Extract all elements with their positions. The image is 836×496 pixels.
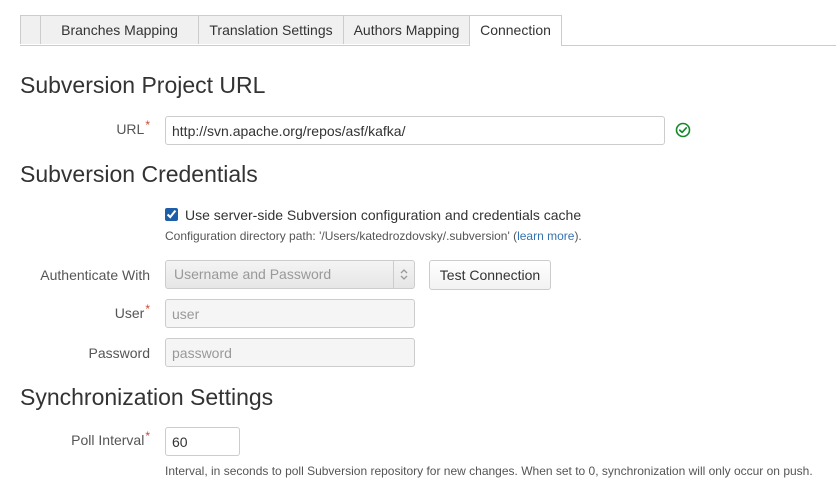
url-label: URL* [116, 118, 150, 137]
auth-label: Authenticate With [40, 267, 150, 283]
tab-authors-mapping[interactable]: Authors Mapping [343, 15, 470, 44]
learn-more-link[interactable]: learn more [517, 229, 574, 243]
auth-method-value: Username and Password [174, 266, 332, 282]
project-url-heading: Subversion Project URL [20, 72, 266, 98]
auth-method-select[interactable]: Username and Password [165, 260, 415, 289]
tab-strip-padding [20, 15, 40, 44]
tab-branches-mapping[interactable]: Branches Mapping [40, 15, 199, 44]
test-connection-button[interactable]: Test Connection [429, 260, 551, 290]
sync-heading: Synchronization Settings [20, 384, 274, 410]
password-input[interactable] [165, 338, 415, 367]
poll-interval-help: Interval, in seconds to poll Subversion … [165, 464, 813, 478]
url-input[interactable] [165, 116, 665, 145]
user-label: User* [114, 302, 150, 321]
required-marker: * [145, 302, 150, 316]
poll-interval-input[interactable] [165, 427, 240, 456]
check-circle-icon [675, 122, 691, 138]
poll-interval-label: Poll Interval* [71, 429, 150, 448]
required-marker: * [145, 118, 150, 132]
server-side-config-checkbox[interactable] [165, 208, 178, 221]
tab-connection[interactable]: Connection [469, 15, 562, 46]
required-marker: * [145, 429, 150, 443]
credentials-heading: Subversion Credentials [20, 161, 258, 187]
tab-translation-settings[interactable]: Translation Settings [198, 15, 344, 44]
password-label: Password [88, 345, 150, 361]
server-side-config-label[interactable]: Use server-side Subversion configuration… [185, 207, 581, 223]
select-arrows-icon [393, 261, 414, 288]
settings-tabs: Branches Mapping Translation Settings Au… [20, 15, 836, 46]
user-input[interactable] [165, 299, 415, 328]
config-path-description: Configuration directory path: '/Users/ka… [165, 229, 582, 243]
